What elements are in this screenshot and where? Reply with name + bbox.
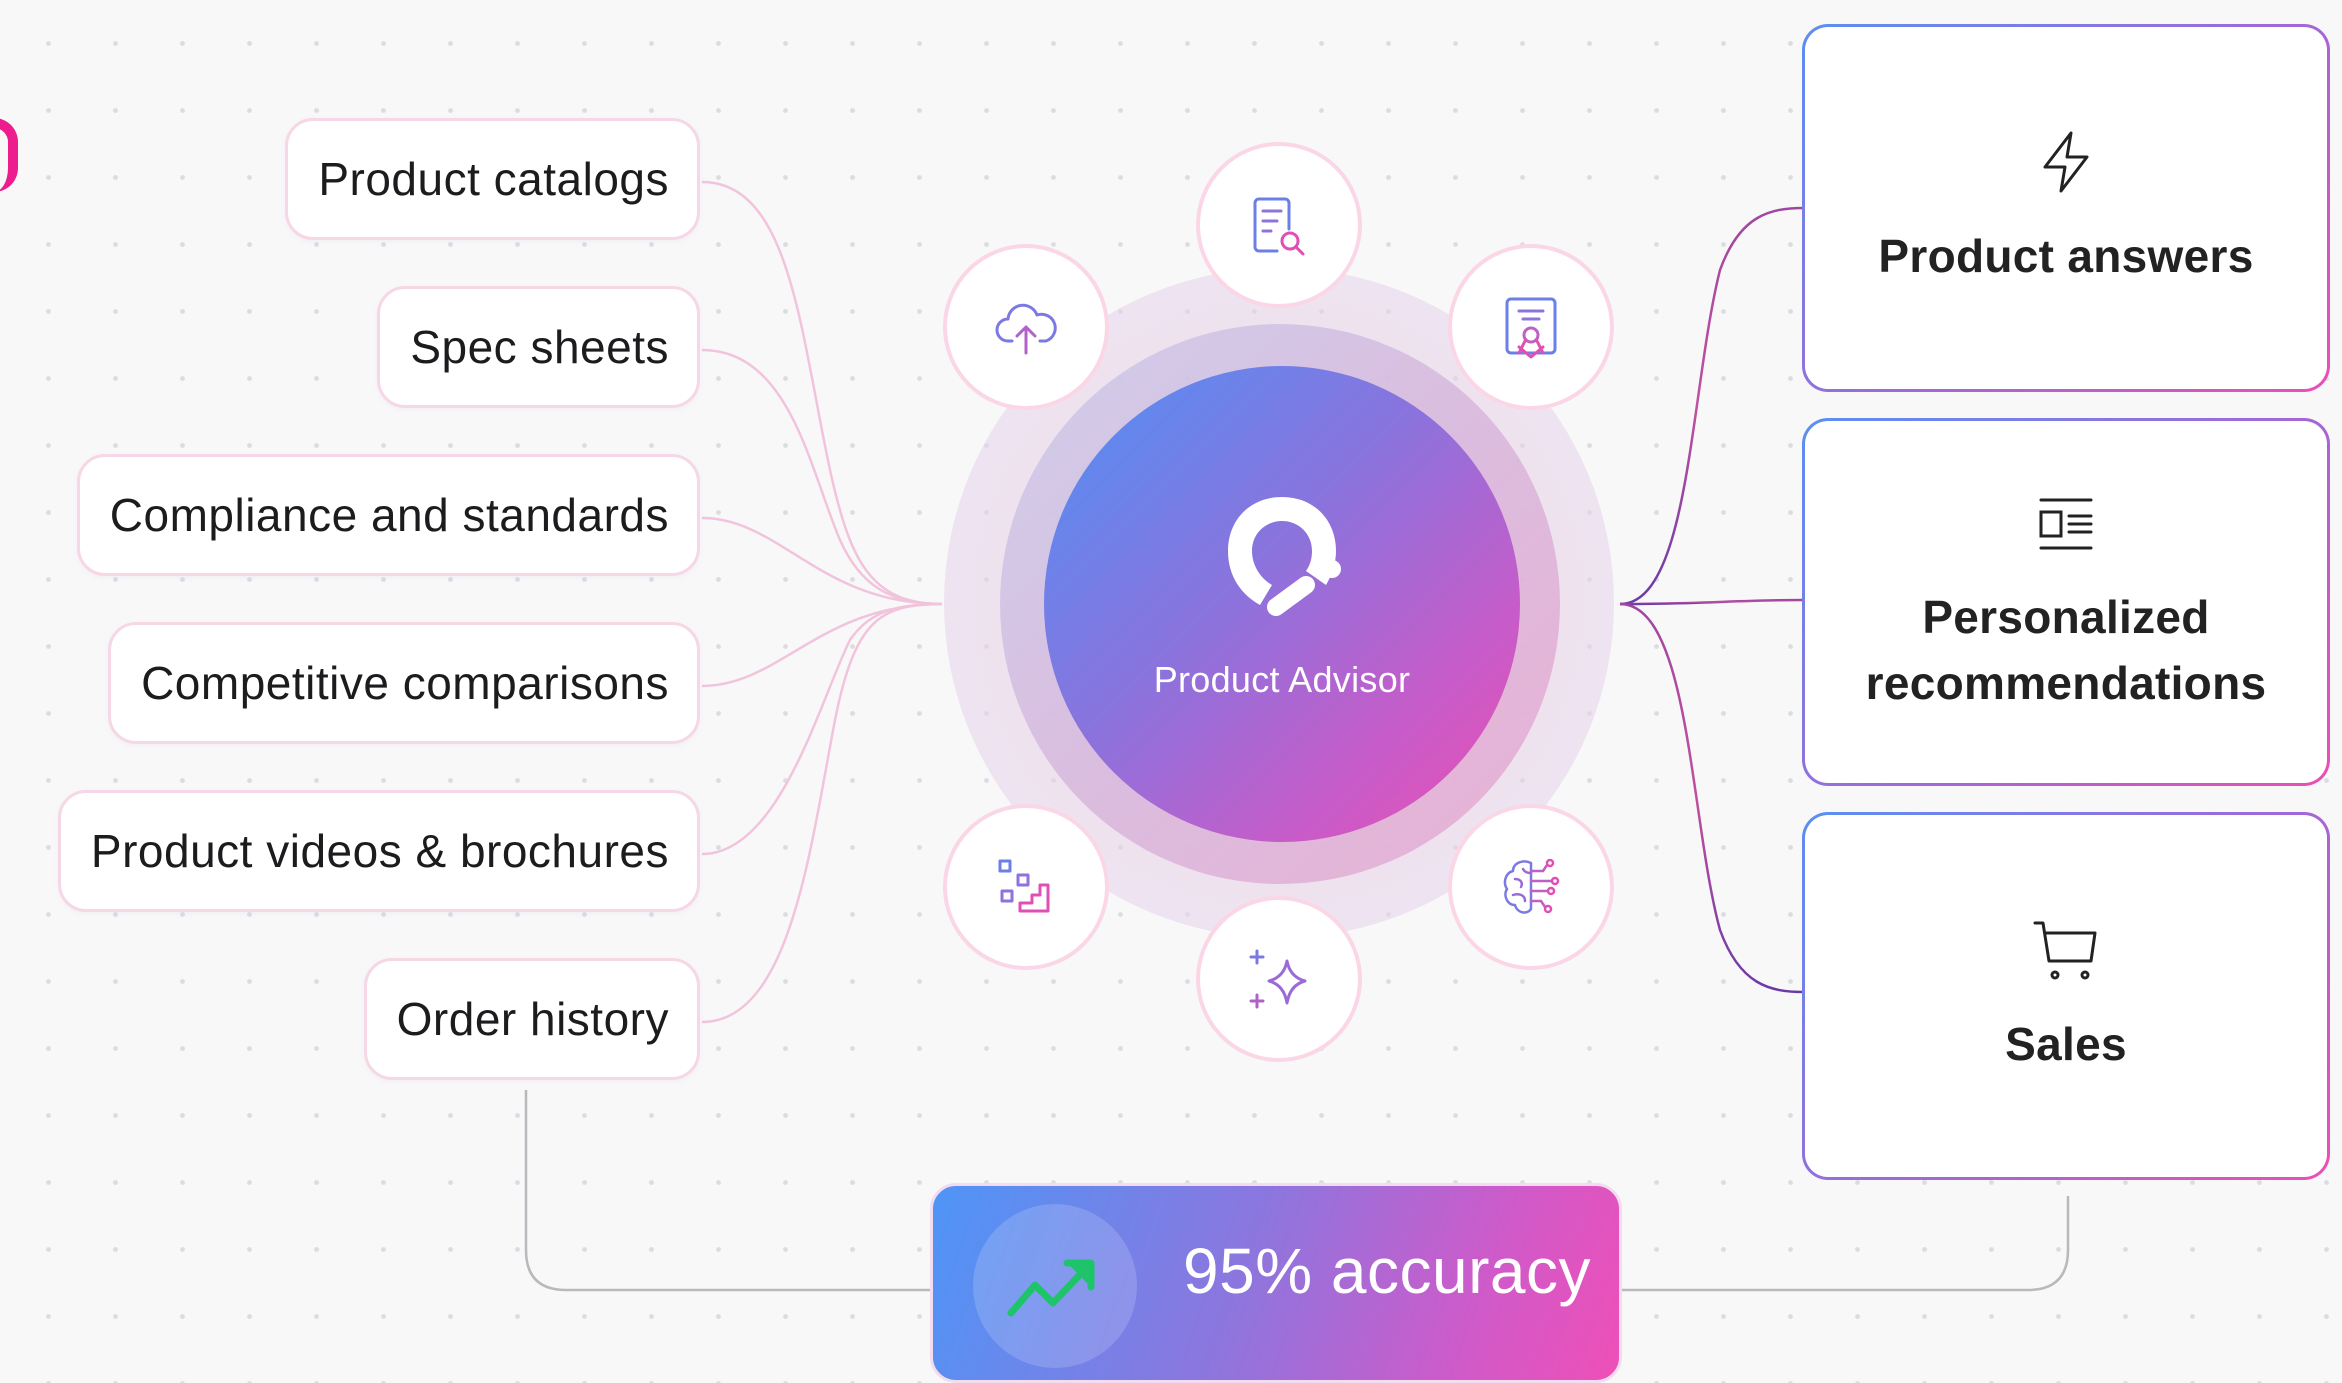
layout-list-icon	[2039, 498, 2093, 550]
source-label: Order history	[396, 993, 669, 1045]
satellite-steps	[943, 804, 1109, 970]
product-advisor-hub: Product Advisor	[1044, 366, 1520, 842]
sparkle-icon	[1249, 949, 1307, 1009]
output-card-recommendations: Personalized recommendations	[1802, 418, 2330, 786]
output-label: Product answers	[1878, 230, 2254, 282]
accuracy-label: 95% accuracy	[1183, 1235, 1591, 1307]
source-pill-videos: Product videos & brochures	[57, 790, 700, 912]
accuracy-icon-bubble	[973, 1204, 1137, 1368]
source-pill-spec-sheets: Spec sheets	[377, 286, 700, 408]
connector-order-history	[701, 602, 943, 1024]
source-label: Competitive comparisons	[141, 657, 669, 709]
output-label: Personalized recommendations	[1865, 591, 2267, 709]
source-label: Compliance and standards	[109, 489, 669, 541]
satellite-document-search	[1196, 142, 1362, 308]
source-pill-competitive: Competitive comparisons	[108, 622, 700, 744]
connector-recommendations	[1619, 598, 1805, 606]
brain-circuit-icon	[1503, 858, 1560, 914]
satellite-brain	[1448, 804, 1614, 970]
connector-compliance	[701, 516, 943, 606]
cart-icon	[2033, 921, 2097, 980]
connector-spec-sheets	[701, 348, 943, 606]
source-label: Product videos & brochures	[90, 825, 669, 877]
document-search-icon	[1253, 197, 1305, 256]
output-card-sales: Sales	[1802, 812, 2330, 1180]
source-label: Spec sheets	[410, 321, 669, 373]
lightning-icon	[2043, 131, 2089, 193]
connector-sales	[1619, 602, 1805, 994]
source-label: Product catalogs	[318, 153, 669, 205]
connector-videos	[701, 602, 943, 856]
connector-sales-accuracy	[1622, 1196, 2070, 1292]
hub-label: Product Advisor	[1153, 659, 1411, 700]
source-pill-product-catalogs: Product catalogs	[285, 118, 700, 240]
output-card-product-answers: Product answers	[1802, 24, 2330, 392]
certificate-icon	[1505, 297, 1557, 359]
source-pill-order-history: Order history	[363, 958, 700, 1080]
product-advisor-logo-icon	[1228, 497, 1341, 616]
satellite-certificate	[1448, 244, 1614, 410]
accuracy-banner: 95% accuracy	[930, 1183, 1622, 1383]
cloud-upload-icon	[995, 303, 1057, 355]
steps-icon	[998, 859, 1050, 913]
source-pill-compliance: Compliance and standards	[76, 454, 700, 576]
trend-up-icon	[1007, 1259, 1095, 1317]
connector-product-answers	[1619, 206, 1805, 606]
satellite-cloud-upload	[943, 244, 1109, 410]
connector-product-catalogs	[701, 180, 943, 606]
satellite-sparkle	[1196, 896, 1362, 1062]
output-label: Sales	[2005, 1018, 2127, 1070]
connector-competitive	[701, 602, 943, 688]
connector-history-accuracy	[524, 1090, 930, 1292]
